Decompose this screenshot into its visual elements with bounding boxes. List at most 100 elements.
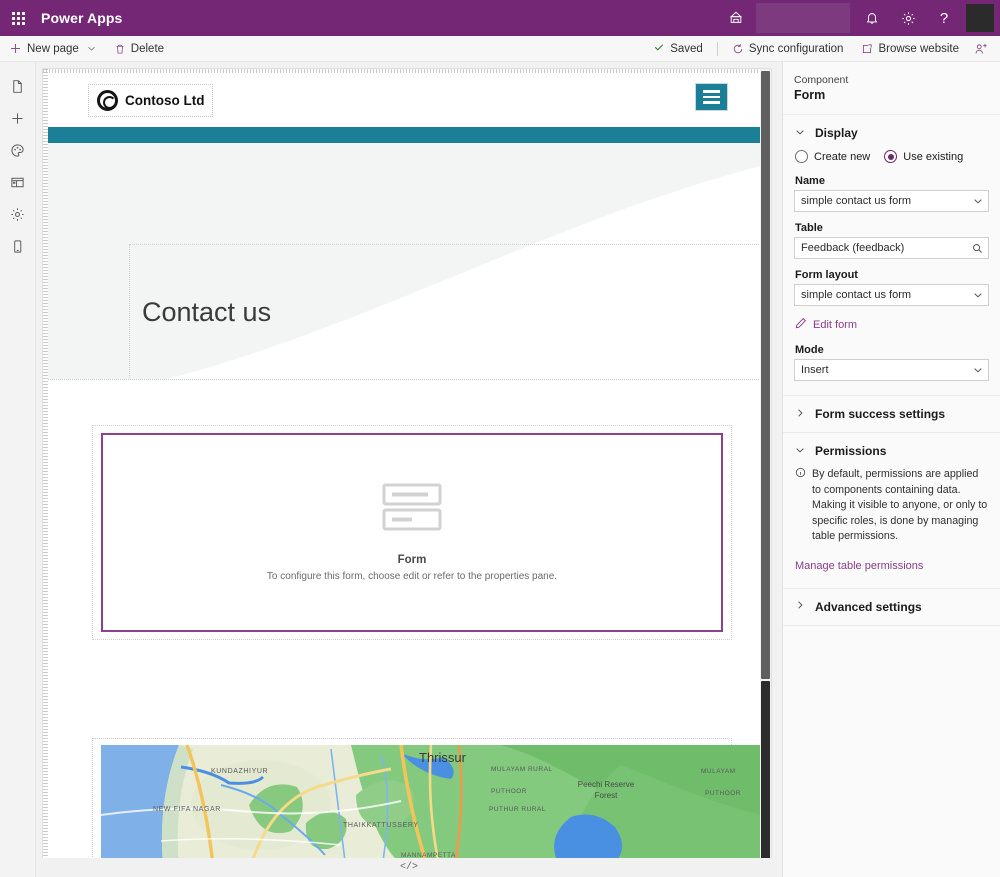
sync-icon: [732, 43, 744, 55]
sidebar-item-add[interactable]: [0, 102, 36, 134]
hero-section[interactable]: Contact us: [48, 143, 771, 379]
mode-value: Insert: [801, 364, 829, 377]
page-canvas[interactable]: Contoso Ltd Contact us Form To configure…: [42, 68, 772, 864]
command-bar: New page Delete Saved Sync configuration…: [0, 36, 1000, 62]
radio-use-existing-label: Use existing: [903, 150, 964, 163]
suite-title[interactable]: Power Apps: [41, 10, 122, 26]
form-fields-icon: [382, 483, 442, 536]
site-navigation-bar[interactable]: [48, 127, 771, 143]
bell-icon[interactable]: [854, 0, 890, 36]
radio-create-new[interactable]: Create new: [795, 150, 871, 164]
permissions-info-text: By default, permissions are applied to c…: [812, 468, 988, 543]
form-section[interactable]: Form To configure this form, choose edit…: [48, 380, 771, 680]
left-rail: [0, 62, 36, 877]
edit-form-link[interactable]: Edit form: [795, 316, 989, 334]
table-field-label: Table: [795, 222, 823, 235]
svg-text:MULAYAM RURAL: MULAYAM RURAL: [491, 766, 553, 773]
delete-button[interactable]: Delete: [105, 36, 173, 62]
trash-icon: [114, 43, 126, 55]
browse-website-button[interactable]: Browse website: [852, 36, 968, 62]
manage-table-permissions-link[interactable]: Manage table permissions: [795, 560, 923, 572]
map-component[interactable]: Thrissur KUNDAZHIYUR NEW FIFA NAGAR MULA…: [101, 745, 771, 863]
form-success-section-header[interactable]: Form success settings: [794, 405, 989, 423]
search-icon: [972, 243, 983, 254]
gear-icon[interactable]: [890, 0, 926, 36]
map-section[interactable]: Thrissur KUNDAZHIYUR NEW FIFA NAGAR MULA…: [48, 680, 771, 863]
chevron-down-icon: [973, 290, 983, 300]
site-header-section[interactable]: Contoso Ltd: [48, 73, 771, 127]
canvas-bottom-bar: </>: [36, 858, 782, 877]
canvas-scrollbar-thumb-lower[interactable]: [761, 681, 770, 863]
form-layout-dropdown[interactable]: simple contact us form: [794, 284, 989, 307]
share-button[interactable]: [968, 36, 994, 62]
svg-text:PUTHOOR: PUTHOOR: [705, 790, 741, 797]
suite-bar-actions: ?: [729, 0, 1000, 36]
radio-create-new-label: Create new: [814, 150, 871, 163]
hamburger-menu-icon[interactable]: [695, 83, 728, 111]
svg-text:THAIKKATTUSSERY: THAIKKATTUSSERY: [343, 822, 419, 829]
name-dropdown[interactable]: simple contact us form: [794, 190, 989, 213]
svg-text:Forest: Forest: [595, 791, 618, 800]
hero-text-block[interactable]: Contact us: [129, 244, 765, 379]
mode-dropdown[interactable]: Insert: [794, 359, 989, 382]
svg-text:Thrissur: Thrissur: [419, 750, 467, 765]
sidebar-item-settings[interactable]: [0, 198, 36, 230]
new-page-button[interactable]: New page: [0, 36, 105, 62]
sync-configuration-button[interactable]: Sync configuration: [723, 36, 853, 62]
command-bar-right: Saved Sync configuration Browse website: [644, 36, 1000, 62]
sidebar-item-components[interactable]: [0, 166, 36, 198]
site-logo[interactable]: Contoso Ltd: [88, 83, 214, 117]
canvas-area: Contoso Ltd Contact us Form To configure…: [36, 62, 782, 877]
sidebar-item-devices[interactable]: [0, 230, 36, 262]
form-layout-value: simple contact us form: [801, 289, 912, 302]
permissions-section-title: Permissions: [815, 444, 887, 459]
form-component[interactable]: Form To configure this form, choose edit…: [101, 433, 723, 632]
waffle-grid: [11, 11, 25, 25]
power-apps-studio: Power Apps ? New page Delete Saved Sync …: [0, 0, 1000, 877]
suite-bar: Power Apps ?: [0, 0, 1000, 36]
contoso-spiral-logo-icon: [97, 89, 118, 111]
canvas-scrollbar-thumb[interactable]: [761, 71, 770, 679]
component-title: Form: [794, 88, 826, 103]
form-placeholder-subtitle: To configure this form, choose edit or r…: [266, 571, 558, 582]
code-editor-icon[interactable]: </>: [400, 862, 418, 873]
browse-website-label: Browse website: [878, 42, 959, 55]
chevron-down-icon: [87, 44, 96, 53]
svg-text:Peechi Reserve: Peechi Reserve: [578, 780, 635, 789]
external-link-icon: [861, 43, 873, 55]
display-section-header[interactable]: Display: [794, 124, 989, 142]
radio-icon: [795, 150, 808, 164]
permissions-section-header[interactable]: Permissions: [794, 442, 989, 460]
advanced-settings-section-header[interactable]: Advanced settings: [794, 598, 989, 616]
environment-icon[interactable]: [718, 0, 754, 36]
radio-use-existing[interactable]: Use existing: [884, 150, 964, 164]
name-field-label: Name: [795, 175, 825, 188]
permissions-section: Permissions By default, permissions are …: [783, 433, 1000, 589]
sidebar-item-theme[interactable]: [0, 134, 36, 166]
canvas-scrollbar[interactable]: [760, 69, 771, 863]
edit-form-label: Edit form: [813, 319, 858, 332]
map-graphic: Thrissur KUNDAZHIYUR NEW FIFA NAGAR MULA…: [101, 745, 771, 863]
user-avatar[interactable]: [966, 4, 994, 32]
share-icon: [974, 42, 988, 56]
info-icon: [795, 467, 806, 545]
help-icon[interactable]: ?: [926, 0, 962, 36]
form-placeholder: Form To configure this form, choose edit…: [103, 435, 721, 630]
site-logo-label: Contoso Ltd: [125, 92, 205, 108]
display-section: Display Create new Use existing Name sim…: [783, 115, 1000, 397]
form-placeholder-title: Form: [397, 554, 427, 566]
svg-text:NEW FIFA NAGAR: NEW FIFA NAGAR: [153, 806, 221, 813]
name-value: simple contact us form: [801, 195, 912, 208]
chevron-right-icon: [795, 408, 805, 421]
table-search-field[interactable]: Feedback (feedback): [794, 237, 989, 260]
radio-selected-icon: [884, 150, 898, 164]
chevron-down-icon: [973, 196, 983, 206]
advanced-settings-section: Advanced settings: [783, 589, 1000, 626]
sidebar-item-pages[interactable]: [0, 70, 36, 102]
svg-text:PUTHUR RURAL: PUTHUR RURAL: [489, 806, 546, 813]
table-value: Feedback (feedback): [801, 242, 905, 255]
form-success-section-title: Form success settings: [815, 407, 946, 422]
svg-text:PUTHOOR: PUTHOOR: [491, 788, 527, 795]
app-launcher-icon[interactable]: [0, 0, 36, 36]
display-section-title: Display: [815, 126, 858, 141]
